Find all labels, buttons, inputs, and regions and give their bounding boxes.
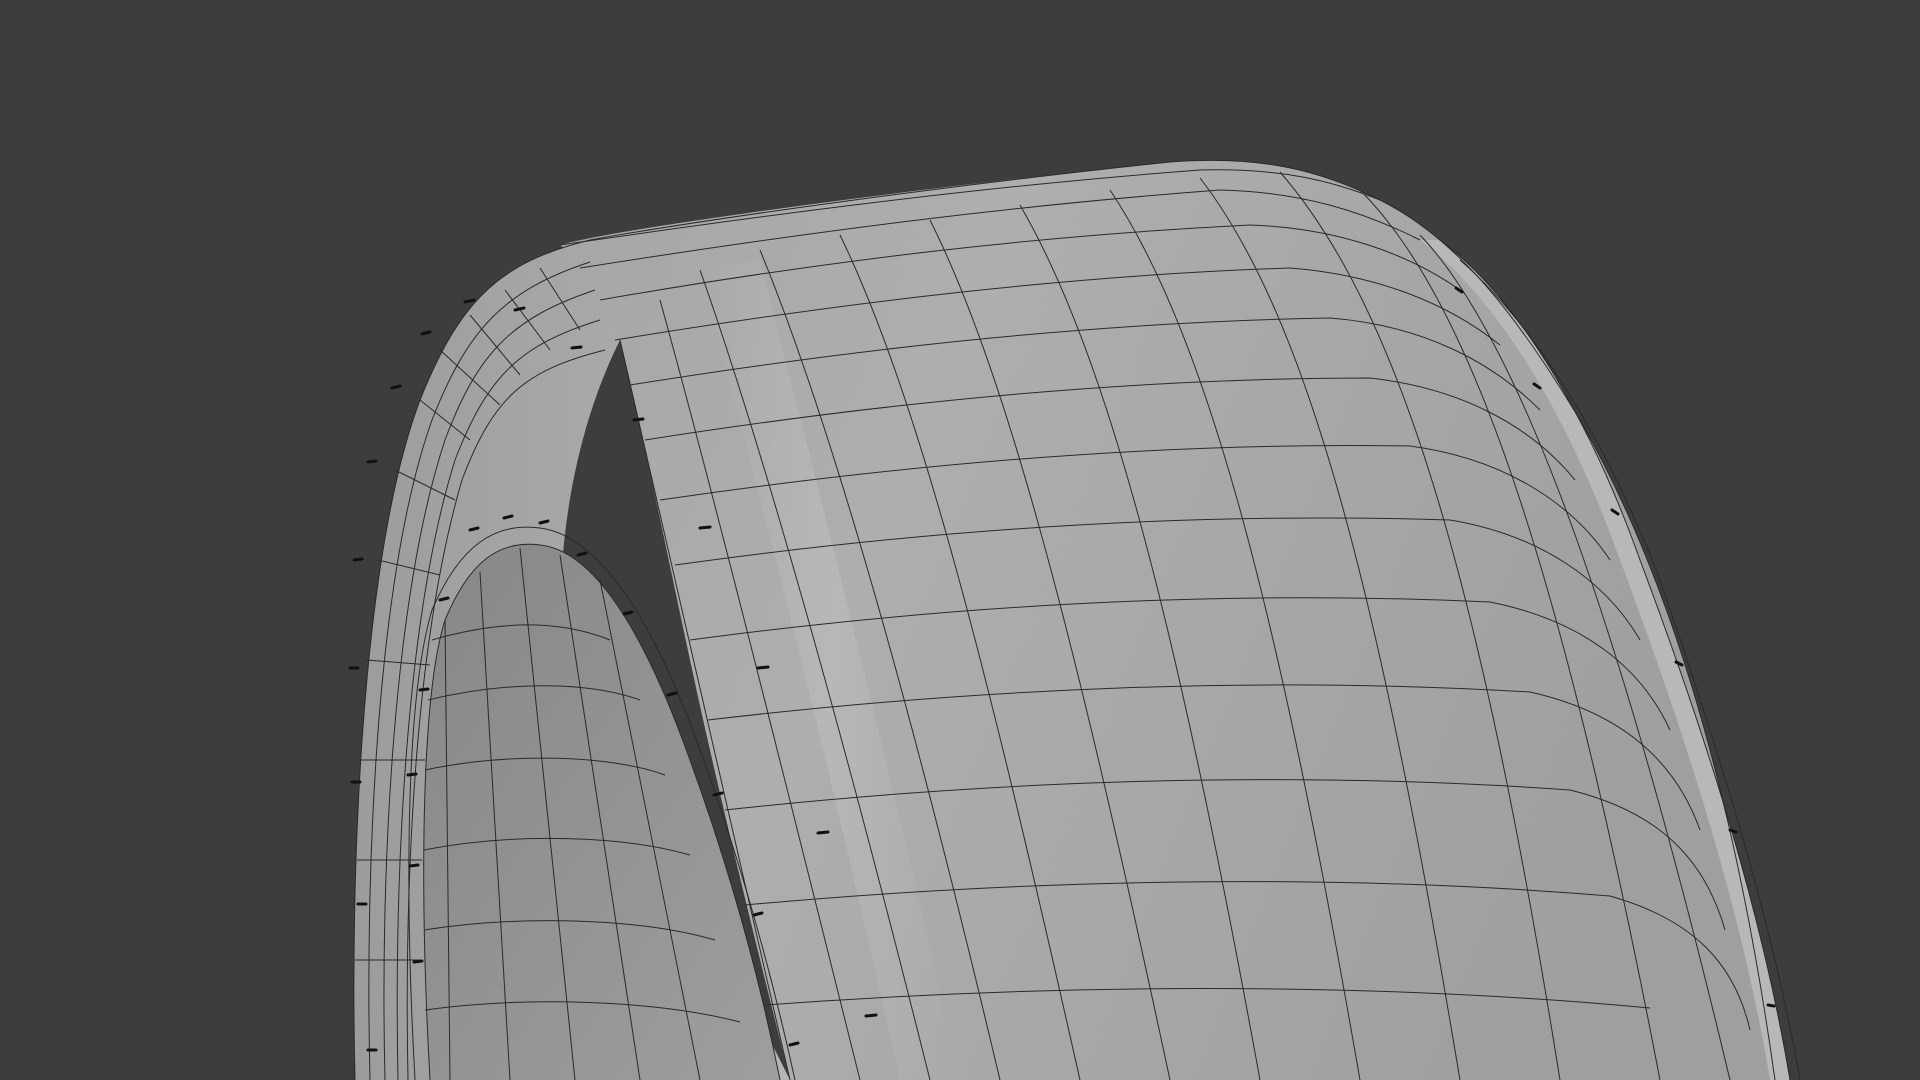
3d-viewport[interactable] xyxy=(0,0,1920,1080)
tire-body[interactable] xyxy=(353,160,1790,1080)
tire-mesh-render[interactable] xyxy=(0,0,1920,1080)
